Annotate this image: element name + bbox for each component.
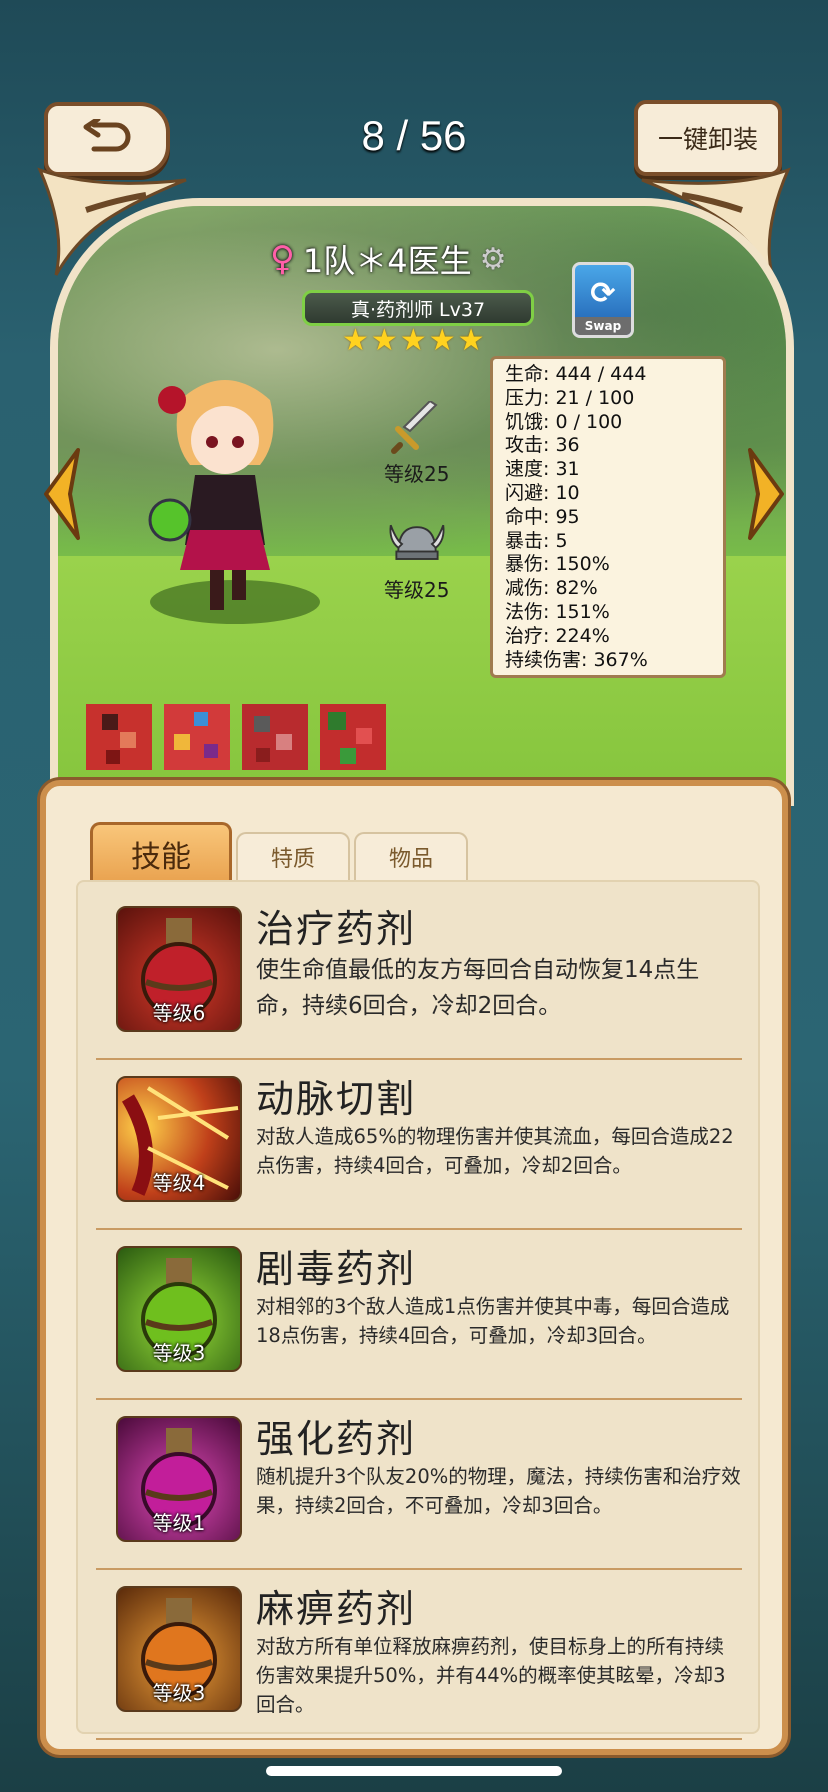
tab-skills[interactable]: 技能: [90, 822, 232, 883]
weapon-level: 等级25: [384, 462, 450, 486]
stat-hp: 生命: 444 / 444: [505, 363, 647, 385]
skill-item[interactable]: 等级4 动脉切割 对敌人造成65%的物理伤害并使其流血，每回合造成22点伤害，持…: [96, 1060, 742, 1230]
stat-accuracy: 命中: 95: [505, 505, 580, 528]
skill-name: 治疗药剂: [256, 907, 417, 951]
hero-stats-panel: 生命: 444 / 444 压力: 21 / 100 饥饿: 0 / 100 攻…: [490, 356, 726, 678]
paralysis-potion-icon: 等级3: [116, 1586, 242, 1712]
artery-cut-icon: 等级4: [116, 1076, 242, 1202]
stat-healing: 治疗: 224%: [505, 624, 610, 647]
skills-list: 等级6 治疗药剂 使生命值最低的友方每回合自动恢复14点生命，持续6回合，冷却2…: [76, 880, 760, 1740]
star-icon: ★: [342, 323, 369, 358]
stat-crit: 暴击: 5: [505, 529, 568, 552]
star-icon: ★: [370, 323, 398, 358]
swap-icon: ⟳: [590, 276, 616, 311]
status-effect-icon[interactable]: [242, 704, 308, 770]
status-effect-icon[interactable]: [320, 704, 386, 770]
helmet-level: 等级25: [384, 578, 450, 602]
stat-hunger: 饥饿: 0 / 100: [505, 410, 623, 433]
stat-magic-damage: 法伤: 151%: [505, 600, 610, 623]
swap-button[interactable]: ⟳ Swap: [572, 262, 634, 338]
tab-traits[interactable]: 特质: [236, 832, 350, 880]
hero-page-counter: 8 / 56: [361, 112, 467, 159]
rename-gear-icon[interactable]: ⚙: [480, 242, 507, 277]
hero-class-level: 真·药剂师 Lv37: [302, 290, 534, 326]
weapon-slot[interactable]: 等级25: [384, 398, 449, 487]
stat-dodge: 闪避: 10: [505, 481, 580, 504]
star-icon: ★: [457, 323, 485, 358]
enhance-potion-icon: 等级1: [116, 1416, 242, 1542]
helmet-slot[interactable]: 等级25: [384, 514, 449, 603]
hero-star-rating: ★ ★ ★ ★ ★: [342, 326, 485, 356]
home-indicator[interactable]: [266, 1766, 562, 1776]
stat-attack: 攻击: 36: [505, 434, 580, 457]
skill-description: 随机提升3个队友20%的物理，魔法，持续伤害和治疗效果，持续2回合，不可叠加，冷…: [256, 1465, 741, 1517]
skill-name: 动脉切割: [256, 1077, 417, 1121]
skills-panel: 技能 特质 物品 等级6 治疗药剂 使生命值最低的友方每回合自动恢复14点生命，…: [40, 780, 788, 1755]
skill-name: 剧毒药剂: [256, 1247, 417, 1291]
poison-potion-icon: 等级3: [116, 1246, 242, 1372]
skill-item[interactable]: 等级3 剧毒药剂 对相邻的3个敌人造成1点伤害并使其中毒，每回合造成18点伤害，…: [96, 1230, 742, 1400]
tab-items[interactable]: 物品: [354, 832, 468, 880]
previous-hero-arrow-icon[interactable]: [40, 446, 84, 542]
skill-name: 强化药剂: [256, 1417, 417, 1461]
star-icon: ★: [399, 323, 427, 358]
stat-crit-damage: 暴伤: 150%: [505, 553, 610, 576]
star-icon: ★: [428, 323, 456, 358]
detail-tabs: 技能 特质 物品: [90, 822, 468, 883]
hero-name-label: 1队＊4医生: [302, 242, 472, 280]
hero-character-sprite: [148, 380, 274, 610]
stat-damage-reduction: 减伤: 82%: [505, 577, 598, 600]
skill-description: 对敌方所有单位释放麻痹药剂，使目标身上的所有持续伤害效果提升50%，并有44%的…: [256, 1635, 726, 1716]
stat-dot-damage: 持续伤害: 367%: [505, 648, 648, 671]
status-effect-icon[interactable]: [164, 704, 230, 770]
status-effect-icon[interactable]: [86, 704, 152, 770]
skill-description: 使生命值最低的友方每回合自动恢复14点生命，持续6回合，冷却2回合。: [256, 957, 700, 1019]
skill-item[interactable]: 等级6 治疗药剂 使生命值最低的友方每回合自动恢复14点生命，持续6回合，冷却2…: [96, 890, 742, 1060]
skill-item[interactable]: 等级1 强化药剂 随机提升3个队友20%的物理，魔法，持续伤害和治疗效果，持续2…: [96, 1400, 742, 1570]
skill-description: 对敌人造成65%的物理伤害并使其流血，每回合造成22点伤害，持续4回合，可叠加，…: [256, 1125, 734, 1177]
skill-item[interactable]: 等级3 麻痹药剂 对敌方所有单位释放麻痹药剂，使目标身上的所有持续伤害效果提升5…: [96, 1570, 742, 1740]
hero-name: ♀ 1队＊4医生 ⚙: [270, 236, 507, 282]
heal-potion-icon: 等级6: [116, 906, 242, 1032]
next-hero-arrow-icon[interactable]: [744, 446, 788, 542]
skill-description: 对相邻的3个敌人造成1点伤害并使其中毒，每回合造成18点伤害，持续4回合，可叠加…: [256, 1295, 730, 1347]
stat-speed: 速度: 31: [505, 458, 580, 481]
sword-icon: [387, 398, 447, 458]
skill-name: 麻痹药剂: [256, 1587, 417, 1631]
status-effects-row: [86, 704, 386, 770]
viking-helmet-icon: [387, 514, 447, 574]
back-arrow-icon: [83, 119, 131, 152]
female-icon: ♀: [270, 239, 295, 279]
stat-stress: 压力: 21 / 100: [505, 386, 635, 409]
